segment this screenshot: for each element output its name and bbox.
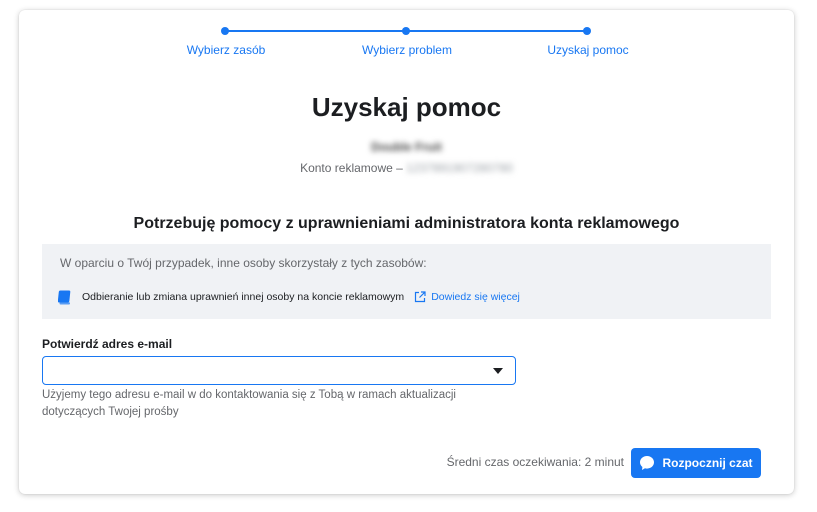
resource-label: Odbieranie lub zmiana uprawnień innej os… — [82, 291, 405, 303]
book-icon — [58, 290, 71, 304]
page-title: Uzyskaj pomoc — [311, 92, 502, 122]
wait-time-text: Średni czas oczekiwania: 2 minut — [446, 455, 624, 469]
step-label-choose-problem[interactable]: Wybierz problem — [362, 43, 452, 57]
caret-down-icon — [493, 368, 503, 374]
step-dot-1 — [221, 27, 229, 35]
account-name-text: Double Fruit — [371, 140, 442, 154]
resources-intro: W oparciu o Twój przypadek, inne osoby s… — [60, 256, 427, 270]
start-chat-button[interactable]: Rozpocznij czat — [631, 448, 761, 478]
account-prefix: Konto reklamowe – — [300, 161, 407, 175]
resource-item: Odbieranie lub zmiana uprawnień innej os… — [58, 288, 520, 306]
help-card: Wybierz zasób Wybierz problem Uzyskaj po… — [19, 10, 794, 494]
account-line: Konto reklamowe – 1237891907280780 — [19, 161, 794, 175]
start-chat-label: Rozpocznij czat — [662, 456, 753, 470]
step-dot-3 — [583, 27, 591, 35]
progress-stepper: Wybierz zasób Wybierz problem Uzyskaj po… — [19, 10, 794, 70]
email-select[interactable] — [42, 356, 516, 385]
email-help-text: Użyjemy tego adresu e-mail w do kontakto… — [42, 389, 456, 418]
email-label: Potwierdź adres e-mail — [42, 337, 173, 351]
chat-bubble-icon — [640, 456, 655, 470]
learn-more-link[interactable]: Dowiedz się więcej — [414, 291, 520, 303]
step-label-choose-resource[interactable]: Wybierz zasób — [187, 43, 266, 57]
learn-more-label: Dowiedz się więcej — [431, 291, 520, 303]
external-link-icon — [415, 291, 426, 303]
account-name: Double Fruit — [19, 140, 794, 154]
account-id: 1237891907280780 — [406, 161, 513, 175]
section-title: Potrzebuję pomocy z uprawnieniami admini… — [133, 215, 680, 232]
resources-box: W oparciu o Twój przypadek, inne osoby s… — [42, 244, 771, 319]
step-label-get-help: Uzyskaj pomoc — [547, 43, 629, 57]
step-dot-2 — [402, 27, 410, 35]
